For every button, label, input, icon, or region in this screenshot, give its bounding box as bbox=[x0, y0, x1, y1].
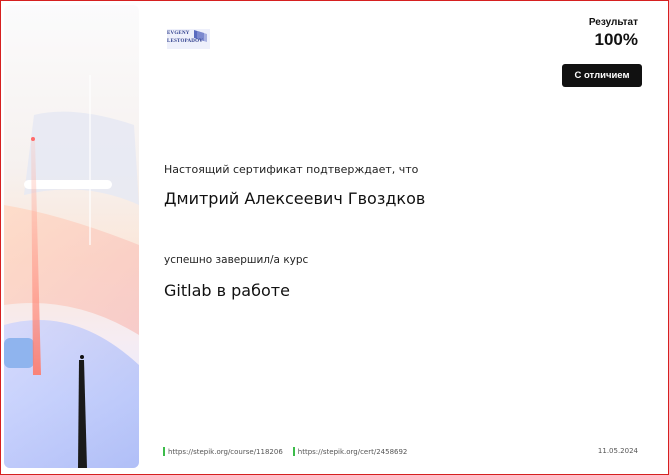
logo-line-2: LESTOPADOV bbox=[167, 39, 203, 44]
logo-line-1: EVGENY bbox=[167, 31, 190, 36]
recipient-name: Дмитрий Алексеевич Гвоздков bbox=[164, 189, 426, 208]
cert-link[interactable]: https://stepik.org/cert/2458692 bbox=[292, 447, 408, 456]
footer-links: https://stepik.org/course/118206 https:/… bbox=[163, 447, 417, 456]
decorative-art-panel bbox=[4, 5, 139, 468]
certificate-intro: Настоящий сертификат подтверждает, что bbox=[164, 163, 419, 176]
course-title: Gitlab в работе bbox=[164, 281, 290, 300]
completed-text: успешно завершил/а курс bbox=[164, 254, 309, 266]
course-link[interactable]: https://stepik.org/course/118206 bbox=[163, 447, 283, 456]
certificate-frame: EVGENY LESTOPADOV Результат 100% С отлич… bbox=[0, 0, 669, 475]
logo: EVGENY LESTOPADOV bbox=[167, 29, 210, 49]
course-link-text: https://stepik.org/course/118206 bbox=[168, 447, 283, 456]
result-label: Результат bbox=[588, 17, 638, 28]
distinction-badge: С отличием bbox=[562, 64, 642, 87]
result-value: 100% bbox=[594, 30, 638, 49]
result-block: Результат 100% bbox=[589, 17, 638, 50]
link-marker-icon bbox=[163, 447, 165, 456]
abstract-illustration bbox=[4, 75, 139, 468]
link-marker-icon bbox=[292, 447, 295, 456]
issue-date: 11.05.2024 bbox=[597, 447, 638, 455]
cert-link-text: https://stepik.org/cert/2458692 bbox=[297, 447, 408, 456]
